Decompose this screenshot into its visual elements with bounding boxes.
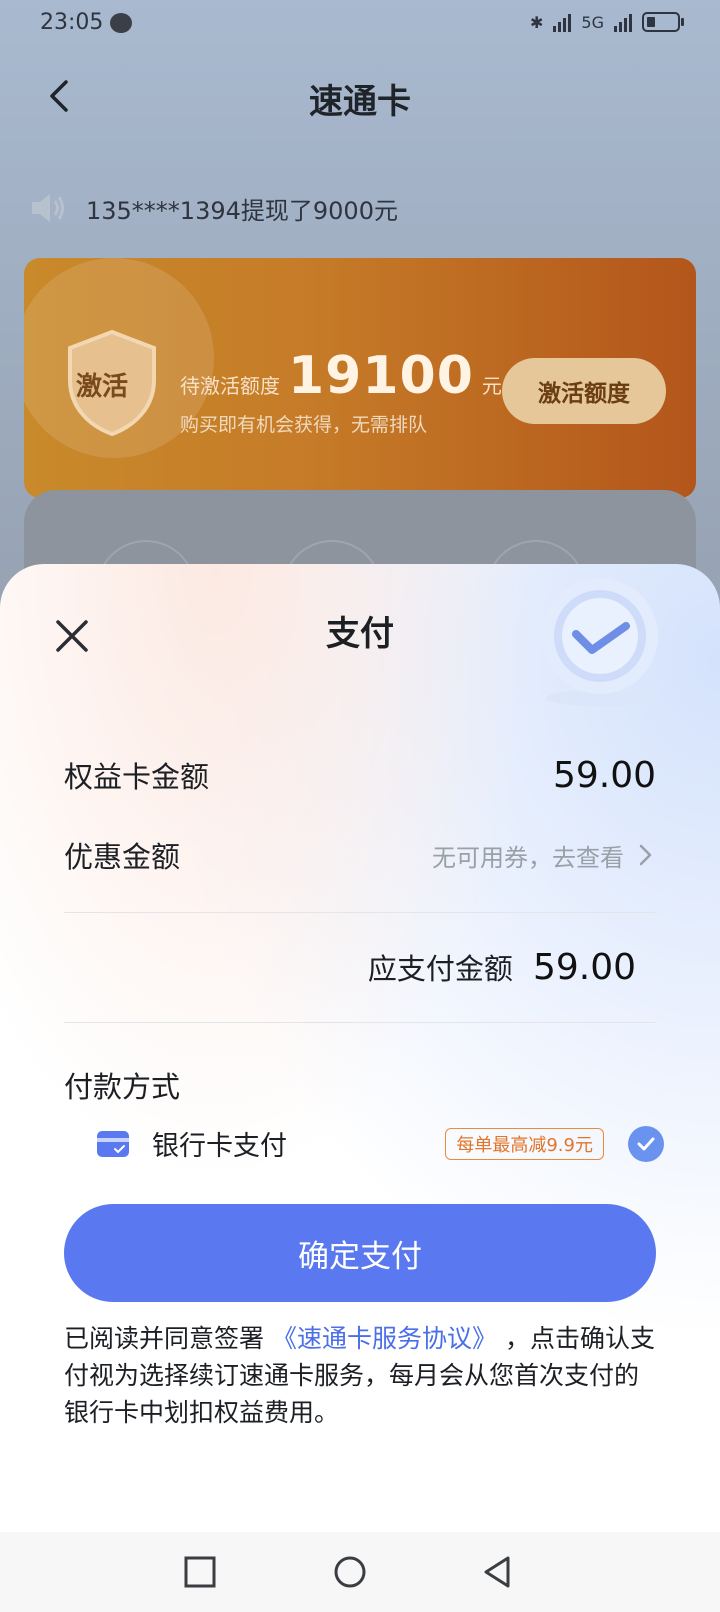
signal-icon-2 [614, 12, 632, 32]
total-value: 59.00 [532, 946, 636, 988]
card-amount-value: 59.00 [552, 754, 656, 796]
notice-bar: 135****1394提现了9000元 [28, 190, 398, 226]
promo-subtitle: 购买即有机会获得，无需排队 [180, 414, 428, 436]
speaker-icon [32, 194, 64, 222]
checkmark-coin-icon [542, 578, 658, 706]
signal-icon [553, 12, 572, 32]
system-nav-bar [0, 1532, 720, 1612]
activate-button[interactable]: 激活额度 [502, 358, 666, 424]
network-type: 5G [581, 12, 604, 32]
discount-badge: 每单最高减9.9元 [445, 1127, 604, 1160]
discount-value: 无可用券，去查看 [432, 843, 624, 872]
chevron-right-icon [639, 844, 652, 866]
discount-row[interactable]: 优惠金额 无可用券，去查看 [64, 834, 656, 876]
selected-check-icon[interactable] [628, 1125, 664, 1162]
bank-card-icon [97, 1130, 129, 1157]
confirm-pay-button[interactable]: 确定支付 [64, 1204, 656, 1302]
page-title: 速通卡 [309, 82, 411, 122]
status-bar: 23:05 ✱ 5G [0, 0, 720, 48]
payment-method-name: 银行卡支付 [152, 1131, 287, 1162]
card-amount-row: 权益卡金额 59.00 [64, 754, 656, 796]
promo-amount-line: 待激活额度 19100 元 [180, 346, 502, 406]
status-time: 23:05 [40, 10, 104, 35]
divider [64, 1022, 656, 1023]
payment-sheet: 支付 权益卡金额 59.00 优惠金额 无可用券，去查看 应支付金额 59.00… [0, 564, 720, 1532]
bluetooth-icon: ✱ [530, 12, 544, 32]
shield-label: 激活 [76, 372, 129, 402]
view-coupons-link[interactable]: 无可用券，去查看 [432, 838, 656, 873]
card-amount-label: 权益卡金额 [64, 760, 210, 794]
battery-icon [642, 12, 684, 32]
agreement-prefix: 已阅读并同意签署 [64, 1324, 265, 1353]
home-icon[interactable] [332, 1554, 368, 1590]
promo-card: 激活 待激活额度 19100 元 购买即有机会获得，无需排队 激活额度 [24, 258, 696, 498]
message-icon [110, 13, 132, 33]
promo-amount: 19100 [288, 346, 474, 406]
payment-option-bank-card[interactable]: 银行卡支付 每单最高减9.9元 [96, 1124, 664, 1163]
service-agreement-link[interactable]: 《速通卡服务协议》 [272, 1324, 497, 1353]
total-label: 应支付金额 [367, 952, 513, 986]
payment-method-title: 付款方式 [64, 1070, 181, 1104]
recent-apps-icon[interactable] [182, 1554, 218, 1590]
back-triangle-icon[interactable] [480, 1554, 516, 1590]
discount-label: 优惠金额 [64, 840, 181, 874]
promo-unit: 元 [481, 374, 502, 398]
divider [64, 912, 656, 913]
promo-label: 待激活额度 [180, 374, 280, 398]
total-row: 应支付金额 59.00 [368, 946, 636, 988]
agreement-text: 已阅读并同意签署 《速通卡服务协议》 ，点击确认支付视为选择续订速通卡服务，每月… [64, 1320, 656, 1431]
notice-text: 135****1394提现了9000元 [86, 196, 398, 225]
status-icons: ✱ 5G [530, 12, 684, 32]
